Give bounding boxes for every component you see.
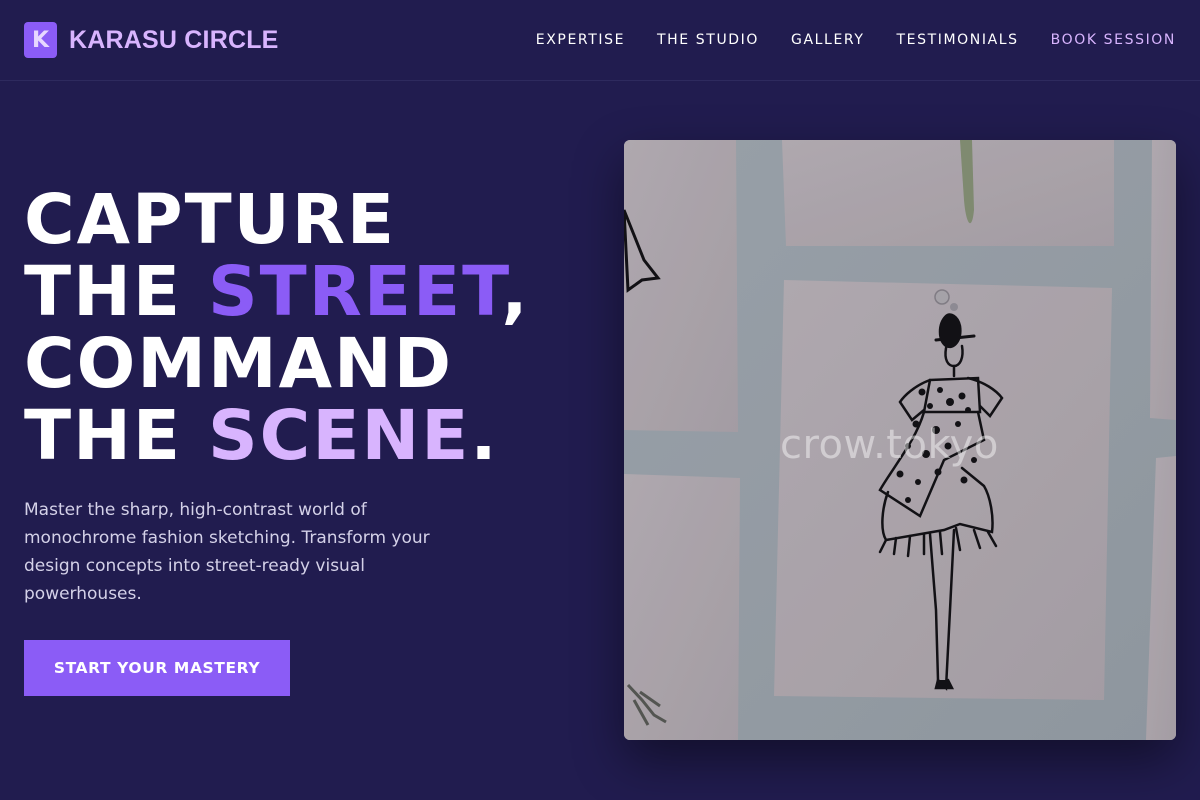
nav-links: EXPERTISE THE STUDIO GALLERY TESTIMONIAL…: [504, 32, 1176, 48]
start-mastery-button[interactable]: START YOUR MASTERY: [24, 640, 290, 696]
nav-link-the-studio[interactable]: THE STUDIO: [657, 32, 759, 48]
headline-line-3: COMMAND: [24, 324, 454, 404]
hero-subtext: Master the sharp, high-contrast world of…: [24, 500, 430, 604]
brand-name[interactable]: KARASU CIRCLE: [69, 26, 279, 55]
headline-line-2: THE STREET,: [24, 256, 584, 328]
headline-line-4: THE SCENE.: [24, 400, 584, 472]
headline-comma: ,: [501, 252, 530, 332]
book-session-link[interactable]: BOOK SESSION: [1051, 32, 1176, 48]
logo-icon[interactable]: K: [24, 22, 57, 58]
nav-link-expertise[interactable]: EXPERTISE: [536, 32, 625, 48]
fashion-sketch-photo: [624, 140, 1176, 740]
hero-headline: CAPTURE THE STREET, COMMAND THE SCENE.: [24, 184, 584, 472]
headline-highlight-street: STREET: [207, 252, 502, 332]
nav-link-testimonials[interactable]: TESTIMONIALS: [897, 32, 1019, 48]
headline-highlight-scene: SCENE: [207, 396, 471, 476]
headline-line-1: CAPTURE: [24, 180, 396, 260]
headline-word-the: THE: [24, 252, 208, 332]
hero-text: CAPTURE THE STREET, COMMAND THE SCENE.: [24, 184, 584, 472]
nav-link-gallery[interactable]: GALLERY: [791, 32, 864, 48]
headline-period: .: [470, 396, 499, 476]
brand[interactable]: K KARASU CIRCLE: [24, 22, 279, 58]
navbar: K KARASU CIRCLE EXPERTISE THE STUDIO GAL…: [0, 0, 1200, 81]
headline-word-the-2: THE: [24, 396, 208, 476]
hero-image: crow.tokyo: [624, 140, 1176, 740]
